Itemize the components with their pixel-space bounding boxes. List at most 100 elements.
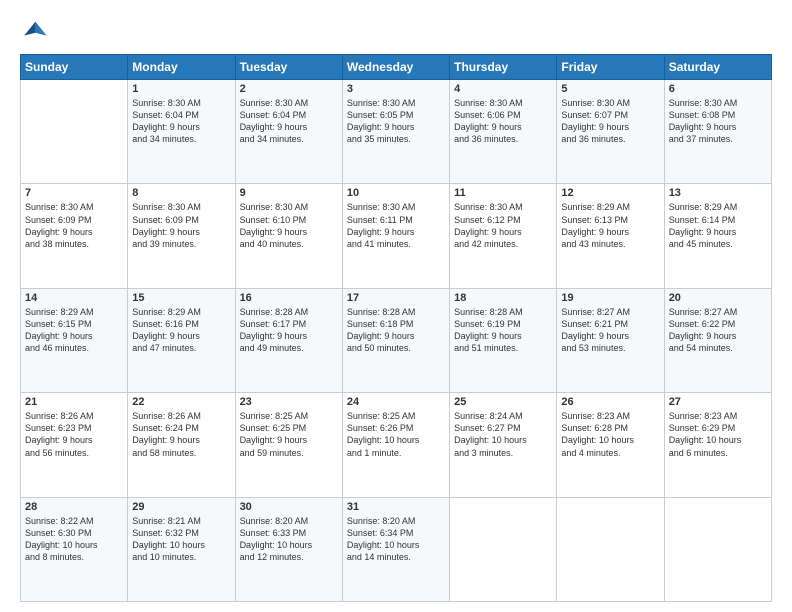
weekday-header-row: SundayMondayTuesdayWednesdayThursdayFrid… — [21, 55, 772, 80]
cell-content: Sunrise: 8:30 AM Sunset: 6:07 PM Dayligh… — [561, 97, 659, 146]
calendar-week-3: 14 Sunrise: 8:29 AM Sunset: 6:15 PM Dayli… — [21, 288, 772, 392]
day-number: 22 — [132, 396, 230, 408]
calendar-cell: 19 Sunrise: 8:27 AM Sunset: 6:21 PM Dayli… — [557, 288, 664, 392]
calendar-cell: 25 Sunrise: 8:24 AM Sunset: 6:27 PM Dayli… — [450, 393, 557, 497]
day-number: 19 — [561, 292, 659, 304]
weekday-header-thursday: Thursday — [450, 55, 557, 80]
cell-content: Sunrise: 8:27 AM Sunset: 6:22 PM Dayligh… — [669, 306, 767, 355]
day-number: 30 — [240, 501, 338, 513]
day-number: 5 — [561, 83, 659, 95]
cell-content: Sunrise: 8:30 AM Sunset: 6:09 PM Dayligh… — [132, 201, 230, 250]
weekday-header-saturday: Saturday — [664, 55, 771, 80]
day-number: 12 — [561, 187, 659, 199]
calendar-cell: 28Sunrise: 8:22 AM Sunset: 6:30 PM Dayli… — [21, 497, 128, 601]
day-number: 31 — [347, 501, 445, 513]
calendar-cell — [557, 497, 664, 601]
cell-content: Sunrise: 8:21 AM Sunset: 6:32 PM Dayligh… — [132, 515, 230, 564]
day-number: 15 — [132, 292, 230, 304]
cell-content: Sunrise: 8:25 AM Sunset: 6:25 PM Dayligh… — [240, 410, 338, 459]
day-number: 16 — [240, 292, 338, 304]
cell-content: Sunrise: 8:25 AM Sunset: 6:26 PM Dayligh… — [347, 410, 445, 459]
day-number: 11 — [454, 187, 552, 199]
calendar-cell: 8 Sunrise: 8:30 AM Sunset: 6:09 PM Daylig… — [128, 184, 235, 288]
day-number: 8 — [132, 187, 230, 199]
day-number: 21 — [25, 396, 123, 408]
cell-content: Sunrise: 8:29 AM Sunset: 6:14 PM Dayligh… — [669, 201, 767, 250]
day-number: 3 — [347, 83, 445, 95]
weekday-header-sunday: Sunday — [21, 55, 128, 80]
calendar-cell: 12 Sunrise: 8:29 AM Sunset: 6:13 PM Dayli… — [557, 184, 664, 288]
calendar-cell: 11 Sunrise: 8:30 AM Sunset: 6:12 PM Dayli… — [450, 184, 557, 288]
calendar-cell: 6 Sunrise: 8:30 AM Sunset: 6:08 PM Daylig… — [664, 80, 771, 184]
cell-content: Sunrise: 8:28 AM Sunset: 6:17 PM Dayligh… — [240, 306, 338, 355]
cell-content: Sunrise: 8:20 AM Sunset: 6:33 PM Dayligh… — [240, 515, 338, 564]
calendar-week-4: 21 Sunrise: 8:26 AM Sunset: 6:23 PM Dayli… — [21, 393, 772, 497]
weekday-header-friday: Friday — [557, 55, 664, 80]
calendar-cell: 31Sunrise: 8:20 AM Sunset: 6:34 PM Dayli… — [342, 497, 449, 601]
cell-content: Sunrise: 8:27 AM Sunset: 6:21 PM Dayligh… — [561, 306, 659, 355]
cell-content: Sunrise: 8:29 AM Sunset: 6:13 PM Dayligh… — [561, 201, 659, 250]
calendar-cell: 23 Sunrise: 8:25 AM Sunset: 6:25 PM Dayli… — [235, 393, 342, 497]
day-number: 4 — [454, 83, 552, 95]
day-number: 20 — [669, 292, 767, 304]
calendar-cell: 3 Sunrise: 8:30 AM Sunset: 6:05 PM Daylig… — [342, 80, 449, 184]
calendar-cell: 24 Sunrise: 8:25 AM Sunset: 6:26 PM Dayli… — [342, 393, 449, 497]
day-number: 1 — [132, 83, 230, 95]
cell-content: Sunrise: 8:29 AM Sunset: 6:15 PM Dayligh… — [25, 306, 123, 355]
calendar-cell: 2 Sunrise: 8:30 AM Sunset: 6:04 PM Daylig… — [235, 80, 342, 184]
day-number: 6 — [669, 83, 767, 95]
calendar-week-2: 7Sunrise: 8:30 AM Sunset: 6:09 PM Daylig… — [21, 184, 772, 288]
cell-content: Sunrise: 8:30 AM Sunset: 6:10 PM Dayligh… — [240, 201, 338, 250]
day-number: 24 — [347, 396, 445, 408]
cell-content: Sunrise: 8:30 AM Sunset: 6:11 PM Dayligh… — [347, 201, 445, 250]
day-number: 29 — [132, 501, 230, 513]
day-number: 14 — [25, 292, 123, 304]
calendar-cell: 10 Sunrise: 8:30 AM Sunset: 6:11 PM Dayli… — [342, 184, 449, 288]
day-number: 10 — [347, 187, 445, 199]
cell-content: Sunrise: 8:30 AM Sunset: 6:08 PM Dayligh… — [669, 97, 767, 146]
calendar-cell: 4 Sunrise: 8:30 AM Sunset: 6:06 PM Daylig… — [450, 80, 557, 184]
calendar-cell: 21 Sunrise: 8:26 AM Sunset: 6:23 PM Dayli… — [21, 393, 128, 497]
calendar-cell: 15 Sunrise: 8:29 AM Sunset: 6:16 PM Dayli… — [128, 288, 235, 392]
cell-content: Sunrise: 8:26 AM Sunset: 6:23 PM Dayligh… — [25, 410, 123, 459]
calendar-cell: 27Sunrise: 8:23 AM Sunset: 6:29 PM Dayli… — [664, 393, 771, 497]
day-number: 13 — [669, 187, 767, 199]
cell-content: Sunrise: 8:24 AM Sunset: 6:27 PM Dayligh… — [454, 410, 552, 459]
calendar-cell: 7Sunrise: 8:30 AM Sunset: 6:09 PM Daylig… — [21, 184, 128, 288]
day-number: 2 — [240, 83, 338, 95]
page: SundayMondayTuesdayWednesdayThursdayFrid… — [0, 0, 792, 612]
cell-content: Sunrise: 8:30 AM Sunset: 6:12 PM Dayligh… — [454, 201, 552, 250]
day-number: 28 — [25, 501, 123, 513]
cell-content: Sunrise: 8:30 AM Sunset: 6:09 PM Dayligh… — [25, 201, 123, 250]
cell-content: Sunrise: 8:28 AM Sunset: 6:18 PM Dayligh… — [347, 306, 445, 355]
calendar-cell: 17 Sunrise: 8:28 AM Sunset: 6:18 PM Dayli… — [342, 288, 449, 392]
calendar-cell — [664, 497, 771, 601]
weekday-header-wednesday: Wednesday — [342, 55, 449, 80]
day-number: 18 — [454, 292, 552, 304]
day-number: 17 — [347, 292, 445, 304]
day-number: 23 — [240, 396, 338, 408]
cell-content: Sunrise: 8:30 AM Sunset: 6:06 PM Dayligh… — [454, 97, 552, 146]
cell-content: Sunrise: 8:30 AM Sunset: 6:04 PM Dayligh… — [240, 97, 338, 146]
cell-content: Sunrise: 8:30 AM Sunset: 6:04 PM Dayligh… — [132, 97, 230, 146]
header — [20, 16, 772, 44]
cell-content: Sunrise: 8:23 AM Sunset: 6:29 PM Dayligh… — [669, 410, 767, 459]
cell-content: Sunrise: 8:30 AM Sunset: 6:05 PM Dayligh… — [347, 97, 445, 146]
calendar-cell: 1 Sunrise: 8:30 AM Sunset: 6:04 PM Daylig… — [128, 80, 235, 184]
calendar-cell: 29 Sunrise: 8:21 AM Sunset: 6:32 PM Dayli… — [128, 497, 235, 601]
logo — [20, 16, 52, 44]
cell-content: Sunrise: 8:29 AM Sunset: 6:16 PM Dayligh… — [132, 306, 230, 355]
calendar-cell: 13 Sunrise: 8:29 AM Sunset: 6:14 PM Dayli… — [664, 184, 771, 288]
calendar-table: SundayMondayTuesdayWednesdayThursdayFrid… — [20, 54, 772, 602]
day-number: 25 — [454, 396, 552, 408]
calendar-cell: 9Sunrise: 8:30 AM Sunset: 6:10 PM Daylig… — [235, 184, 342, 288]
calendar-cell: 30 Sunrise: 8:20 AM Sunset: 6:33 PM Dayli… — [235, 497, 342, 601]
weekday-header-tuesday: Tuesday — [235, 55, 342, 80]
calendar-cell: 5 Sunrise: 8:30 AM Sunset: 6:07 PM Daylig… — [557, 80, 664, 184]
calendar-cell: 22Sunrise: 8:26 AM Sunset: 6:24 PM Dayli… — [128, 393, 235, 497]
cell-content: Sunrise: 8:23 AM Sunset: 6:28 PM Dayligh… — [561, 410, 659, 459]
calendar-cell: 14 Sunrise: 8:29 AM Sunset: 6:15 PM Dayli… — [21, 288, 128, 392]
calendar-cell — [450, 497, 557, 601]
calendar-cell: 18Sunrise: 8:28 AM Sunset: 6:19 PM Dayli… — [450, 288, 557, 392]
calendar-cell: 16 Sunrise: 8:28 AM Sunset: 6:17 PM Dayli… — [235, 288, 342, 392]
